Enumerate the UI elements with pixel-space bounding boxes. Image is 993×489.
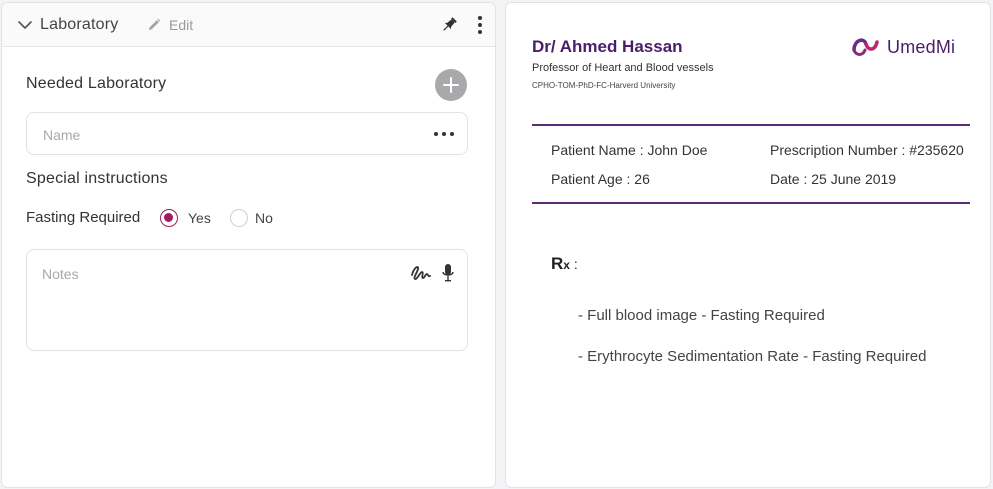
- edit-button[interactable]: Edit: [147, 17, 193, 33]
- doctor-name: Dr/ Ahmed Hassan: [532, 37, 683, 56]
- notes-input[interactable]: [40, 264, 394, 338]
- signature-icon[interactable]: [411, 263, 431, 281]
- edit-label: Edit: [169, 17, 194, 33]
- fasting-yes-label[interactable]: Yes: [188, 210, 211, 226]
- top-divider: [532, 124, 970, 126]
- laboratory-header: Laboratory Edit: [2, 3, 495, 47]
- umedmi-logo: UmedMi: [851, 34, 955, 60]
- pin-icon[interactable]: [440, 16, 458, 34]
- prescription-date: Date : 25 June 2019: [770, 171, 897, 187]
- fasting-yes-radio[interactable]: [160, 209, 178, 227]
- prescription-number: Prescription Number : #235620: [770, 142, 964, 158]
- microphone-icon[interactable]: [441, 263, 455, 283]
- pencil-icon: [149, 18, 161, 30]
- rx-sub: x: [563, 258, 570, 272]
- add-laboratory-button[interactable]: [435, 69, 467, 101]
- logo-text: UmedMi: [887, 36, 956, 57]
- laboratory-name-field: [26, 112, 468, 155]
- special-instructions-label: Special instructions: [26, 170, 168, 187]
- umedmi-logo-icon: [852, 38, 879, 56]
- doctor-credentials: CPHO-TOM-PhD-FC-Harverd University: [532, 81, 676, 90]
- prescription-preview: Dr/ Ahmed Hassan Professor of Heart and …: [505, 2, 991, 488]
- fasting-no-radio[interactable]: [230, 209, 248, 227]
- rx-heading: Rx :: [551, 254, 578, 274]
- fasting-required-label: Fasting Required: [26, 209, 141, 226]
- needed-laboratory-label: Needed Laboratory: [26, 75, 167, 92]
- patient-name: Patient Name : John Doe: [551, 142, 708, 158]
- doctor-title: Professor of Heart and Blood vessels: [532, 62, 714, 74]
- more-vertical-icon[interactable]: [471, 15, 489, 35]
- rx-colon: :: [569, 256, 578, 272]
- rx-item: - Erythrocyte Sedimentation Rate - Fasti…: [578, 348, 927, 365]
- laboratory-title: Laboratory: [40, 16, 119, 33]
- patient-age: Patient Age : 26: [551, 171, 650, 187]
- rx-main: R: [551, 254, 564, 273]
- laboratory-name-input[interactable]: [41, 124, 425, 146]
- laboratory-panel: Laboratory Edit Needed Laboratory Name S…: [1, 2, 496, 488]
- chevron-down-icon[interactable]: [17, 17, 33, 33]
- more-horizontal-icon[interactable]: [434, 132, 454, 136]
- fasting-no-label[interactable]: No: [255, 210, 273, 226]
- bottom-divider: [532, 202, 970, 204]
- notes-field: [26, 249, 468, 351]
- rx-item: - Full blood image - Fasting Required: [578, 307, 825, 324]
